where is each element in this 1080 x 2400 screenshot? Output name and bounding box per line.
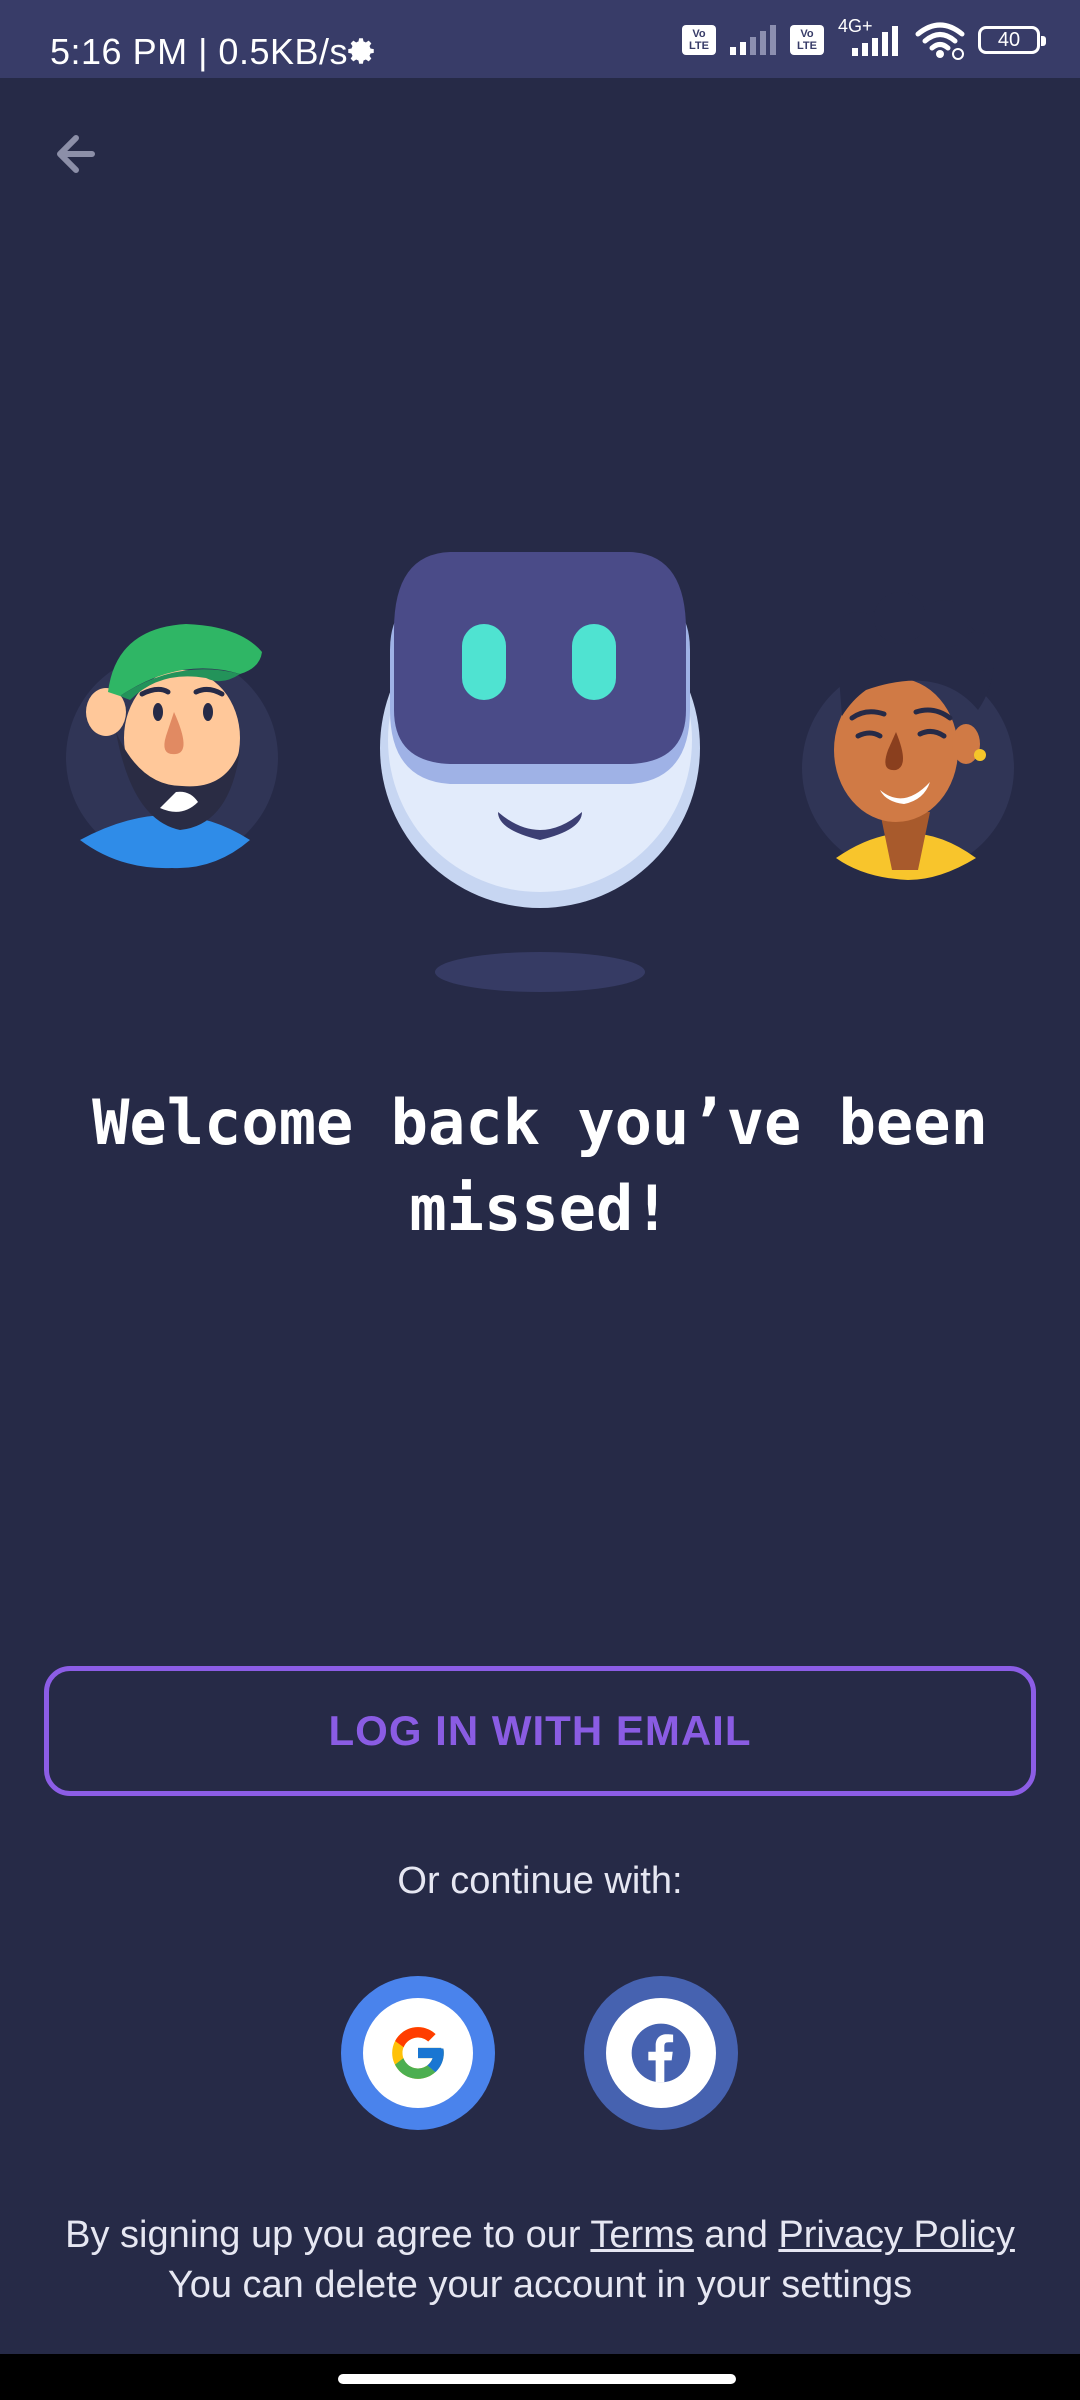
arrow-left-icon: [57, 135, 95, 173]
battery-icon: 40: [978, 26, 1046, 54]
login-with-email-button[interactable]: LOG IN WITH EMAIL: [44, 1666, 1036, 1796]
man-avatar-image: [66, 624, 278, 869]
terms-link[interactable]: Terms: [590, 2214, 693, 2256]
status-time: 5:16 PM | 0.5KB/s: [50, 31, 348, 72]
legal-text: By signing up you agree to our Terms and…: [0, 2210, 1080, 2310]
legal-line1: By signing up you agree to our Terms and…: [65, 2214, 1015, 2256]
facebook-icon: [631, 2023, 691, 2083]
welcome-title-line2: missed!: [409, 1172, 671, 1245]
welcome-illustration: [66, 552, 1014, 992]
facebook-login-button[interactable]: [584, 1976, 738, 2130]
welcome-title: Welcome back you’ve been missed!: [60, 1080, 1020, 1252]
wifi-icon: [915, 22, 965, 60]
back-button[interactable]: [40, 118, 112, 190]
status-bar: 5:16 PM | 0.5KB/s Vo LTE Vo LTE 4G+ 40: [0, 0, 1080, 78]
signal-4g-icon: 4G+: [836, 16, 902, 58]
google-icon: [392, 2027, 444, 2079]
or-continue-text: Or continue with:: [397, 1860, 683, 1902]
legal-line2: You can delete your account in your sett…: [167, 2264, 913, 2306]
volte-icon-2: Vo LTE: [790, 25, 824, 55]
robot-image: [380, 552, 700, 992]
status-icons: Vo LTE Vo LTE 4G+ 40: [682, 16, 1046, 62]
signal-icon: [730, 25, 776, 55]
privacy-policy-link[interactable]: Privacy Policy: [778, 2214, 1015, 2256]
woman-avatar-image: [802, 592, 1014, 880]
login-with-email-label: LOG IN WITH EMAIL: [328, 1707, 752, 1754]
welcome-title-line1: Welcome back you’ve been: [92, 1086, 988, 1159]
google-login-button[interactable]: [341, 1976, 495, 2130]
navigation-bar: [0, 2354, 1080, 2400]
gear-icon: [348, 38, 374, 64]
home-indicator[interactable]: [338, 2374, 736, 2384]
volte-icon: Vo LTE: [682, 25, 716, 55]
